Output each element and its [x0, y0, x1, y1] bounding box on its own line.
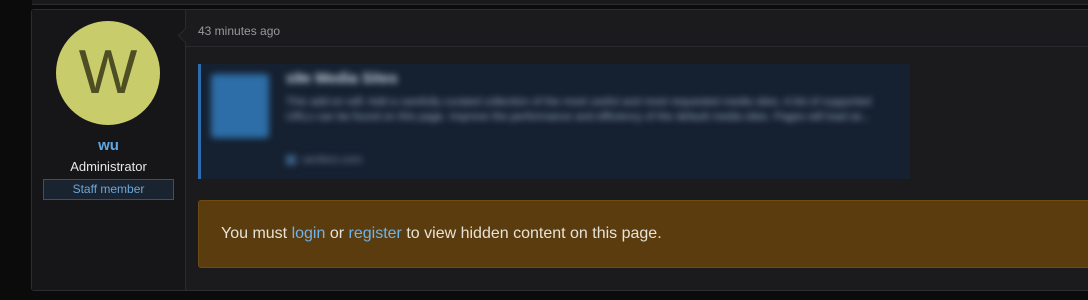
avatar-letter: W	[78, 38, 138, 107]
previous-post-edge	[32, 0, 1088, 5]
notice-prefix: You must	[221, 225, 288, 242]
username[interactable]: wu	[32, 137, 185, 154]
staff-badge: Staff member	[43, 179, 174, 200]
forum-post: W wu Administrator Staff member 43 minut…	[31, 9, 1088, 291]
unfurl-thumbnail	[211, 74, 269, 138]
avatar[interactable]: W	[56, 21, 160, 125]
hidden-content-notice: You must login or register to view hidde…	[198, 200, 1088, 268]
unfurl-domain: xenforo.com	[302, 154, 363, 166]
login-link[interactable]: login	[292, 225, 326, 243]
unfurl-description: This add-on will: Add a carefully curate…	[286, 96, 872, 123]
user-sidebar: W wu Administrator Staff member	[32, 10, 186, 290]
favicon-icon	[286, 155, 296, 166]
user-title: Administrator	[70, 159, 147, 174]
notice-suffix: to view hidden content on this page.	[406, 225, 662, 242]
register-link[interactable]: register	[349, 225, 402, 243]
unfurl-title: s9e Media Sites	[286, 70, 398, 87]
unfurl-domain-row: xenforo.com	[286, 154, 363, 166]
unfurl-blurred-content: s9e Media Sites This add-on will: Add a …	[201, 64, 910, 179]
post-header-divider	[186, 46, 1088, 47]
link-unfurl-card[interactable]: s9e Media Sites This add-on will: Add a …	[198, 64, 910, 179]
notice-middle: or	[329, 225, 345, 242]
post-timestamp[interactable]: 43 minutes ago	[198, 24, 280, 38]
